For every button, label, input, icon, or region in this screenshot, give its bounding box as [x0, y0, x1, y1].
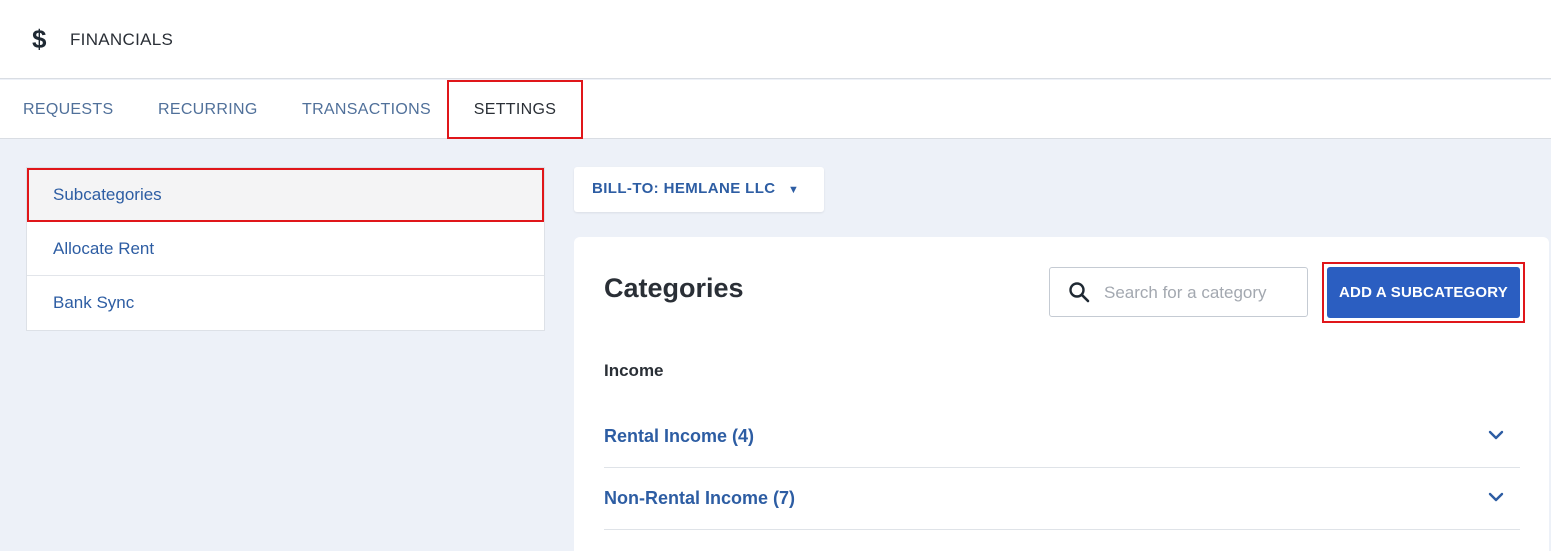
search-input[interactable]	[1104, 280, 1299, 306]
tab-settings[interactable]: SETTINGS	[447, 80, 583, 139]
settings-sidebar: Subcategories Allocate Rent Bank Sync	[26, 167, 545, 331]
bill-to-label: BILL-TO: HEMLANE LLC	[592, 180, 776, 197]
category-row-non-rental-income[interactable]: Non-Rental Income (7)	[604, 468, 1520, 530]
app-header: $ FINANCIALS	[0, 0, 1551, 79]
add-subcategory-button[interactable]: ADD A SUBCATEGORY	[1327, 267, 1520, 318]
category-row-label: Rental Income (4)	[604, 426, 755, 446]
tab-bar: REQUESTS RECURRING TRANSACTIONS SETTINGS	[0, 80, 1551, 139]
bill-to-dropdown[interactable]: BILL-TO: HEMLANE LLC ▼	[574, 167, 824, 212]
category-group-income: Income	[604, 361, 664, 380]
category-search[interactable]	[1049, 267, 1308, 317]
tab-transactions[interactable]: TRANSACTIONS	[302, 80, 431, 139]
dollar-icon: $	[32, 24, 47, 54]
categories-panel: Categories ADD A SUBCATEGORY Income Rent…	[574, 237, 1549, 551]
tab-recurring[interactable]: RECURRING	[158, 80, 258, 139]
caret-down-icon: ▼	[788, 184, 799, 196]
chevron-down-icon[interactable]	[1488, 430, 1504, 440]
page-title: FINANCIALS	[70, 30, 174, 49]
tab-requests[interactable]: REQUESTS	[23, 80, 113, 139]
add-subcategory-highlight: ADD A SUBCATEGORY	[1322, 262, 1525, 323]
search-icon	[1069, 282, 1090, 303]
chevron-down-icon[interactable]	[1488, 492, 1504, 502]
sidebar-item-allocate-rent[interactable]: Allocate Rent	[27, 222, 544, 276]
categories-heading: Categories	[604, 273, 744, 303]
sidebar-item-subcategories[interactable]: Subcategories	[27, 168, 544, 222]
category-row-label: Non-Rental Income (7)	[604, 488, 796, 508]
sidebar-item-bank-sync[interactable]: Bank Sync	[27, 276, 544, 330]
category-row-rental-income[interactable]: Rental Income (4)	[604, 406, 1520, 468]
